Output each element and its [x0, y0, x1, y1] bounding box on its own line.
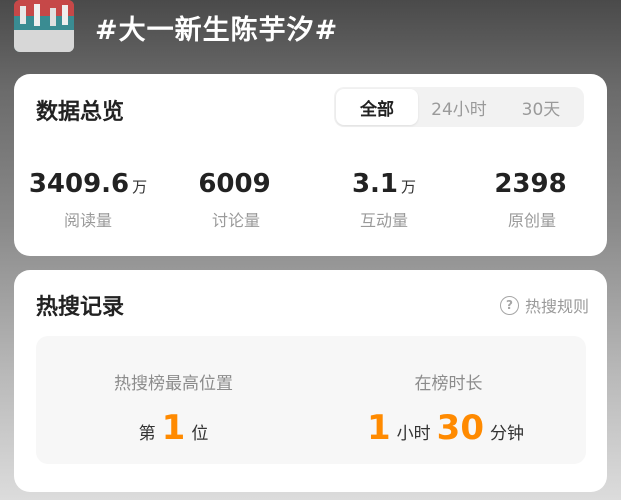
- duration-hours: 1: [367, 408, 391, 448]
- duration-label: 在榜时长: [414, 374, 483, 394]
- hot-search-record-panel: 热搜榜最高位置 第 1 位 在榜时长 1 小时 30 分钟: [36, 336, 586, 464]
- duration-value-row: 1 小时 30 分钟: [367, 408, 530, 448]
- duration-block: 在榜时长 1 小时 30 分钟: [311, 336, 586, 464]
- stat-discussions-label: 讨论量: [211, 211, 260, 230]
- duration-minutes: 30: [436, 408, 484, 448]
- topic-thumbnail[interactable]: [14, 0, 74, 52]
- stat-interactions-label: 互动量: [359, 211, 408, 230]
- highest-position-value: 1: [161, 408, 186, 448]
- topic-title: #大一新生陈芋汐#: [95, 15, 339, 46]
- data-overview-card: 数据总览 全部 24小时 30天 3409.6 万 阅读量 6009 讨论量 3.…: [14, 74, 607, 256]
- stat-reads-label: 阅读量: [63, 211, 112, 230]
- hot-search-title: 热搜记录: [36, 295, 125, 320]
- stat-originals-value: 2398: [494, 169, 567, 199]
- stat-reads: 3409.6 万 阅读量: [14, 168, 162, 230]
- tab-30-days[interactable]: 30天: [500, 89, 582, 125]
- hot-search-card: 热搜记录 ? 热搜规则 热搜榜最高位置 第 1 位 在榜时长 1 小时 30 分…: [14, 270, 607, 492]
- stat-interactions-unit: 万: [401, 178, 417, 196]
- stat-discussions-value: 6009: [198, 169, 271, 199]
- time-range-segmented-control: 全部 24小时 30天: [334, 87, 584, 127]
- highest-position-label: 热搜榜最高位置: [114, 374, 233, 394]
- stat-reads-unit: 万: [132, 178, 148, 196]
- question-circle-icon: ?: [499, 295, 519, 315]
- topic-header: #大一新生陈芋汐#: [0, 0, 621, 62]
- stat-interactions: 3.1 万 互动量: [310, 168, 458, 230]
- hot-search-rules-link[interactable]: ? 热搜规则: [499, 293, 589, 317]
- tab-24-hours[interactable]: 24小时: [418, 89, 500, 125]
- data-overview-title: 数据总览: [36, 100, 125, 125]
- highest-position-value-row: 第 1 位: [133, 408, 215, 448]
- stats-row: 3409.6 万 阅读量 6009 讨论量 3.1 万 互动量 2398 原创量: [14, 168, 607, 230]
- highest-position-block: 热搜榜最高位置 第 1 位: [36, 336, 311, 464]
- stat-reads-value: 3409.6 万: [28, 169, 148, 199]
- stat-discussions: 6009 讨论量: [162, 168, 310, 230]
- stat-interactions-value: 3.1 万: [351, 169, 417, 199]
- stat-originals-label: 原创量: [507, 211, 556, 230]
- thumbnail-image-icon: [14, 0, 74, 52]
- duration-minutes-unit: 分钟: [490, 424, 524, 444]
- hot-search-rules-label: 热搜规则: [524, 297, 589, 316]
- tab-all[interactable]: 全部: [336, 89, 418, 125]
- duration-hours-unit: 小时: [396, 424, 431, 444]
- highest-position-suffix: 位: [191, 424, 209, 444]
- stat-originals: 2398 原创量: [458, 168, 606, 230]
- highest-position-prefix: 第: [138, 424, 156, 444]
